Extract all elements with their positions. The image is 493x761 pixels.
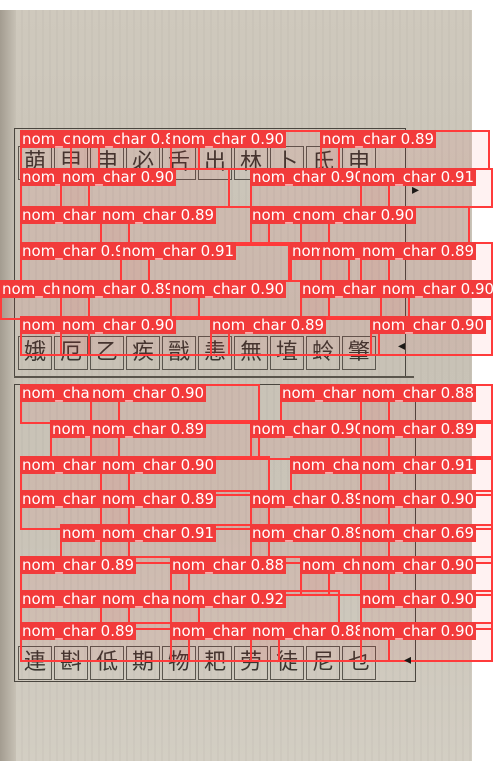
detection-label: nom_char 0.88 — [170, 556, 287, 574]
detection-label: nom_char 0.90 — [360, 590, 477, 608]
detection-label: nom_char 0.90 — [300, 206, 417, 224]
detection-label: nom_char 0.90 — [360, 490, 477, 508]
detection-label: nom_char 0.90 — [60, 316, 177, 334]
detection-label: nom_char 0.89 — [70, 130, 187, 148]
detection-label: nom_char 0.89 — [20, 622, 137, 640]
detection-label: nom_char 0.88 — [250, 622, 367, 640]
detection-label: nom_char 0.89 — [210, 316, 327, 334]
annotated-page-image: 萌甲申必舌出林卜氏申娥厄乙疾戩恚無埴蛉𦘦連斟低期物耙劳徒尼乜 nom_char n… — [0, 0, 493, 761]
ink-mark: ▸ — [412, 182, 420, 198]
detection-label: nom_char 0.89 — [20, 556, 137, 574]
detection-label: nom_char 0.92 — [170, 590, 287, 608]
detection-label: nom_char 0.90 — [100, 456, 217, 474]
detection-label: nom_char 0.89 — [320, 130, 437, 148]
ink-mark: ◂ — [398, 338, 406, 354]
detection-label: nom_char 0.90 — [250, 420, 367, 438]
detection-label: nom_char 0.89 — [90, 420, 207, 438]
detection-label: nom_char 0.89 — [250, 490, 367, 508]
detection-label: nom_char 0.89 — [360, 242, 477, 260]
ink-mark: ◂ — [404, 652, 412, 668]
detection-label: nom_char 0.90 — [360, 556, 477, 574]
detection-label: nom_char 0.91 — [120, 242, 237, 260]
detection-label: nom_char 0.90 — [90, 384, 207, 402]
detection-label: nom_char 0.90 — [360, 622, 477, 640]
detection-label: nom_char 0.90 — [170, 130, 287, 148]
detection-label: nom_char 0.90 — [60, 168, 177, 186]
detection-label: nom_char 0.90 — [370, 316, 487, 334]
detection-label: nom_char 0.89 — [360, 420, 477, 438]
detection-label: nom_char 0.89 — [60, 280, 177, 298]
detection-label: nom_char 0.90 — [380, 280, 493, 298]
detection-label: nom_char 0.90 — [20, 242, 137, 260]
detection-label: nom_char 0.89 — [100, 490, 217, 508]
detection-label: nom_char 0.90 — [170, 280, 287, 298]
block-divider-rule — [14, 376, 414, 378]
detection-label: nom_char 0.88 — [360, 384, 477, 402]
detection-label: nom_char 0.69 — [360, 524, 477, 542]
detection-label: nom_char 0.90 — [250, 168, 367, 186]
detection-label: nom_char 0.89 — [100, 206, 217, 224]
detection-label: nom_char 0.91 — [100, 524, 217, 542]
detection-label: nom_char 0.89 — [250, 524, 367, 542]
detection-label: nom_char 0.91 — [360, 456, 477, 474]
